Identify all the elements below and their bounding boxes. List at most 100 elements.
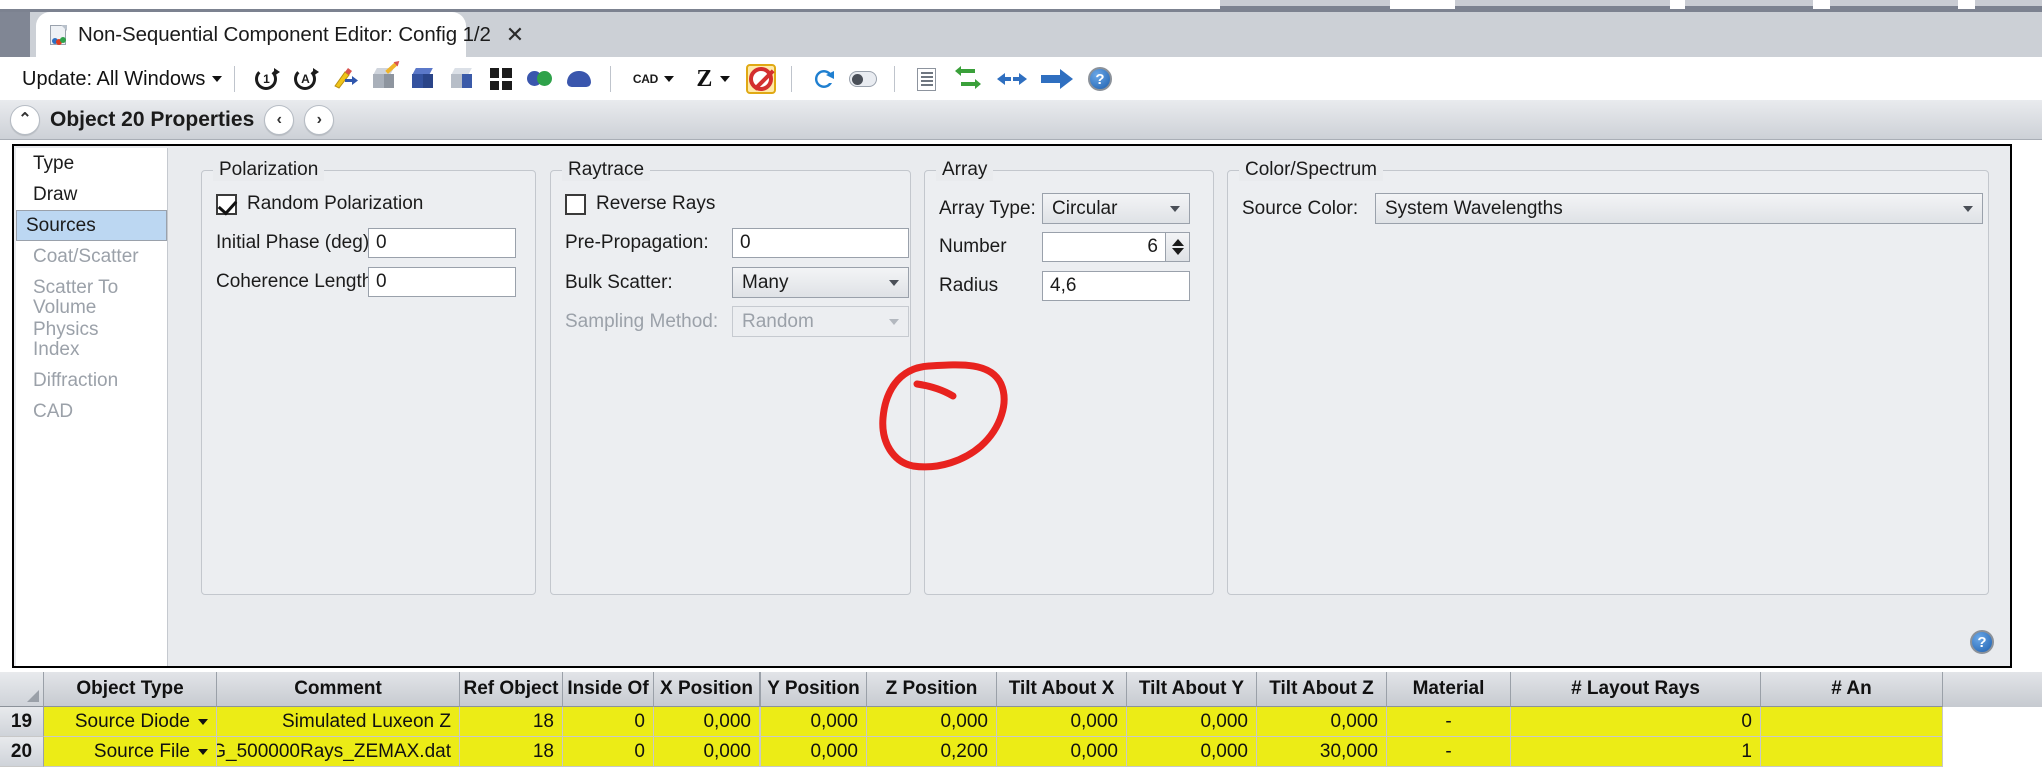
source-color-select[interactable]: System Wavelengths xyxy=(1375,193,1983,224)
cell-z-position[interactable]: 0,000 xyxy=(867,707,997,737)
column-header-object-type[interactable]: Object Type xyxy=(44,672,217,707)
prev-object-button[interactable]: ‹ xyxy=(264,104,295,135)
table-corner-cell[interactable] xyxy=(0,672,44,707)
reverse-rays-label: Reverse Rays xyxy=(596,193,716,214)
cell-tilt-about-y[interactable]: 0,000 xyxy=(1127,737,1257,767)
column-header-y-position[interactable]: Y Position xyxy=(761,672,867,707)
ghost-tab-4[interactable] xyxy=(1830,0,1958,9)
cell-x-position[interactable]: 0,000 xyxy=(654,707,760,737)
next-object-button[interactable]: › xyxy=(304,104,335,135)
array-number-input[interactable]: 6 xyxy=(1042,232,1166,262)
cell-analysis-rays[interactable] xyxy=(1761,737,1943,767)
cell-material[interactable]: - xyxy=(1387,737,1511,767)
cell-ref-object[interactable]: 18 xyxy=(460,737,563,767)
toolbar-divider-3 xyxy=(791,66,793,92)
cell-tilt-about-y[interactable]: 0,000 xyxy=(1127,707,1257,737)
cell-tilt-about-x[interactable]: 0,000 xyxy=(997,707,1127,737)
cell-y-position[interactable]: 0,000 xyxy=(761,737,867,767)
cell-layout-rays[interactable]: 1 xyxy=(1511,737,1761,767)
cell-layout-rays[interactable]: 0 xyxy=(1511,707,1761,737)
array-type-row: Array Type: Circular xyxy=(939,193,1190,224)
cell-y-position[interactable]: 0,000 xyxy=(761,707,867,737)
random-polarization-row: Random Polarization xyxy=(216,193,423,215)
panel-help-icon[interactable]: ? xyxy=(1970,630,1994,654)
column-header-tilt-about-y[interactable]: Tilt About Y xyxy=(1127,672,1257,707)
cell-material[interactable]: - xyxy=(1387,707,1511,737)
array-group: Array Array Type: Circular Number 6 Radi… xyxy=(924,159,1214,595)
initial-phase-input[interactable]: 0 xyxy=(368,228,516,258)
column-header-tilt-about-x[interactable]: Tilt About X xyxy=(997,672,1127,707)
cell-z-position[interactable]: 0,200 xyxy=(867,737,997,767)
sampling-method-label: Sampling Method: xyxy=(565,310,719,332)
cell-object-type[interactable]: Source Diode xyxy=(44,707,217,737)
ghost-tab-5[interactable] xyxy=(1975,0,2042,9)
cube-blue-icon[interactable] xyxy=(406,63,439,95)
swap-arrows-icon[interactable] xyxy=(949,63,987,95)
right-arrow-icon[interactable] xyxy=(1037,63,1077,95)
bulk-scatter-select[interactable]: Many xyxy=(732,267,909,298)
toggle-pill-icon[interactable] xyxy=(846,63,879,95)
cell-inside-of[interactable]: 0 xyxy=(563,737,654,767)
column-header-tilt-about-z[interactable]: Tilt About Z xyxy=(1257,672,1387,707)
no-entry-icon[interactable] xyxy=(746,64,777,94)
cell-inside-of[interactable]: 0 xyxy=(563,707,654,737)
close-icon[interactable]: ✕ xyxy=(506,24,524,46)
update-all-icon[interactable]: A xyxy=(289,63,322,95)
ghost-tab-3[interactable] xyxy=(1685,0,1813,9)
edit-pencil-icon[interactable] xyxy=(328,63,361,95)
table-row[interactable]: 20 Source File N_Z_BCG_500000Rays_ZEMAX.… xyxy=(0,737,2042,767)
nav-item-draw[interactable]: Draw xyxy=(16,179,167,210)
two-dots-icon[interactable] xyxy=(523,63,556,95)
pre-propagation-input[interactable]: 0 xyxy=(732,228,909,258)
random-polarization-checkbox[interactable] xyxy=(216,193,237,215)
cell-tilt-about-x[interactable]: 0,000 xyxy=(997,737,1127,767)
toolbar-divider-4 xyxy=(894,66,896,92)
update-mode-dropdown[interactable]: Update: All Windows xyxy=(22,68,223,91)
help-globe-icon[interactable]: ? xyxy=(1083,63,1116,95)
z-dropdown-icon[interactable]: Z xyxy=(686,63,740,95)
swoosh-icon[interactable] xyxy=(807,63,840,95)
collapse-arrows-icon[interactable] xyxy=(993,63,1031,95)
column-header-ref-object[interactable]: Ref Object xyxy=(460,672,563,707)
nav-item-cad[interactable]: CAD xyxy=(16,396,167,427)
update-single-icon[interactable]: 1 xyxy=(250,63,283,95)
cell-analysis-rays[interactable] xyxy=(1761,707,1943,737)
cell-tilt-about-z[interactable]: 30,000 xyxy=(1257,737,1387,767)
ghost-tab-2[interactable] xyxy=(1455,0,1670,9)
ghost-tab-1[interactable] xyxy=(1220,0,1390,9)
cell-object-type[interactable]: Source File xyxy=(44,737,217,767)
coherence-length-input[interactable]: 0 xyxy=(368,267,516,297)
nav-item-type[interactable]: Type xyxy=(16,148,167,179)
cad-dropdown-icon[interactable]: CAD xyxy=(626,63,680,95)
column-header-material[interactable]: Material xyxy=(1387,672,1511,707)
cell-comment[interactable]: N_Z_BCG_500000Rays_ZEMAX.dat xyxy=(217,737,460,767)
cell-ref-object[interactable]: 18 xyxy=(460,707,563,737)
table-row[interactable]: 19 Source Diode Simulated Luxeon Z 18 0 … xyxy=(0,707,2042,737)
cube-light-icon[interactable] xyxy=(445,63,478,95)
nav-item-volume-physics[interactable]: Volume Physics xyxy=(16,297,167,340)
column-header-layout-rays[interactable]: # Layout Rays xyxy=(1511,672,1761,707)
nav-item-coat-scatter[interactable]: Coat/Scatter xyxy=(16,241,167,272)
column-header-z-position[interactable]: Z Position xyxy=(867,672,997,707)
cube-gray-icon[interactable] xyxy=(367,62,400,95)
nav-item-diffraction[interactable]: Diffraction xyxy=(16,365,167,396)
grid-four-icon[interactable] xyxy=(484,63,517,95)
sampling-method-row: Sampling Method: Random xyxy=(565,306,909,337)
column-header-comment[interactable]: Comment xyxy=(217,672,460,707)
chevron-up-icon[interactable]: ⌃ xyxy=(10,104,40,135)
nav-item-label: Index xyxy=(33,338,80,360)
array-type-select[interactable]: Circular xyxy=(1042,193,1190,224)
array-radius-input[interactable]: 4,6 xyxy=(1042,271,1190,301)
blob-icon[interactable] xyxy=(562,63,595,95)
nav-item-sources[interactable]: Sources xyxy=(16,210,167,241)
array-number-stepper[interactable] xyxy=(1166,232,1190,262)
cell-x-position[interactable]: 0,000 xyxy=(654,737,760,767)
cell-comment[interactable]: Simulated Luxeon Z xyxy=(217,707,460,737)
cell-tilt-about-z[interactable]: 0,000 xyxy=(1257,707,1387,737)
column-header-x-position[interactable]: X Position xyxy=(654,672,760,707)
document-tab[interactable]: Non-Sequential Component Editor: Config … xyxy=(36,12,524,58)
column-header-inside-of[interactable]: Inside Of xyxy=(563,672,654,707)
column-header-analysis-rays[interactable]: # An xyxy=(1761,672,1943,707)
reverse-rays-checkbox[interactable] xyxy=(565,193,586,215)
list-icon[interactable] xyxy=(910,63,943,95)
